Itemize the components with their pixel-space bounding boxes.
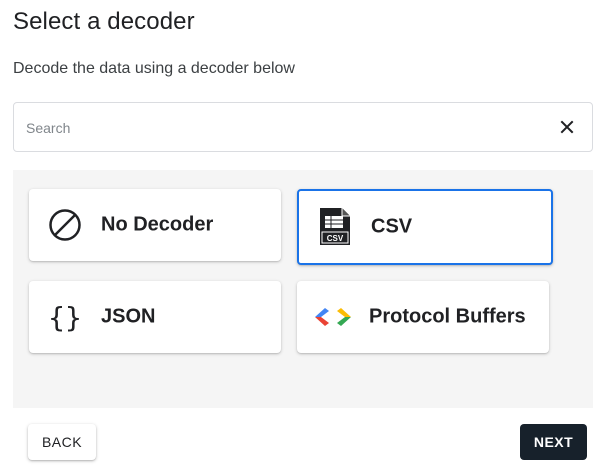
- svg-text:{}: {}: [48, 301, 82, 334]
- no-decoder-icon: [49, 209, 81, 241]
- decoder-label-no-decoder: No Decoder: [101, 213, 214, 236]
- protocol-buffers-icon: [315, 308, 351, 326]
- search-box: [13, 102, 593, 153]
- decoder-grid: No Decoder CSV CSV {} JSON Protocol Buff…: [13, 170, 593, 408]
- decoder-card-csv[interactable]: CSV CSV: [297, 189, 553, 265]
- curly-braces-icon: {}: [48, 301, 82, 334]
- decoder-label-protocol-buffers: Protocol Buffers: [369, 305, 526, 328]
- decoder-card-no-decoder[interactable]: No Decoder: [29, 189, 281, 261]
- page-title: Select a decoder: [13, 8, 195, 35]
- decoder-selection-page: Select a decoder Decode the data using a…: [0, 0, 600, 470]
- decoder-label-json: JSON: [101, 305, 156, 328]
- decoder-card-protocol-buffers[interactable]: Protocol Buffers: [297, 281, 549, 353]
- csv-file-icon: CSV: [320, 208, 350, 245]
- svg-text:CSV: CSV: [327, 234, 344, 243]
- decoder-card-json[interactable]: {} JSON: [29, 281, 281, 353]
- page-subtitle: Decode the data using a decoder below: [13, 60, 295, 77]
- decoder-label-csv: CSV: [371, 215, 413, 238]
- back-button[interactable]: BACK: [28, 424, 96, 460]
- close-icon[interactable]: [558, 118, 576, 136]
- search-input[interactable]: [24, 103, 528, 153]
- next-button[interactable]: NEXT: [520, 424, 587, 460]
